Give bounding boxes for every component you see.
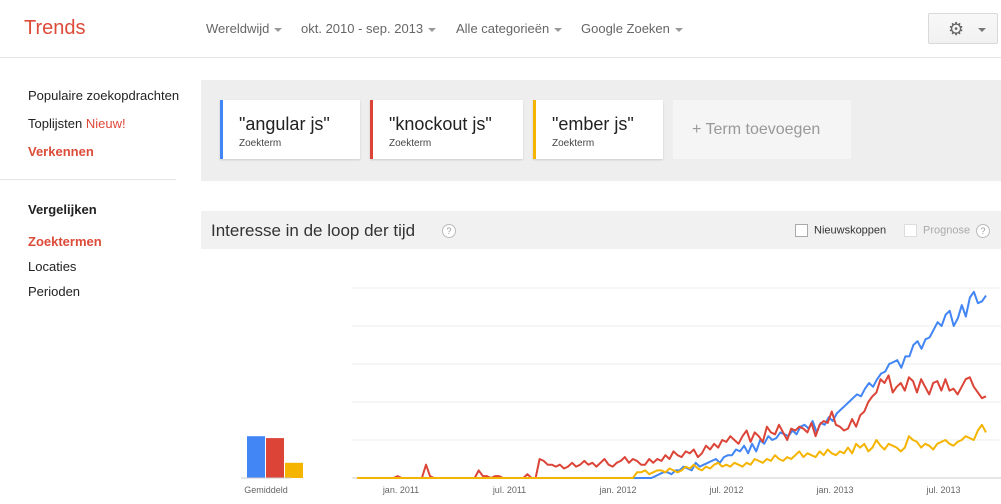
term-name: "ember js" (552, 114, 634, 134)
category-filter[interactable]: Alle categorieën (456, 21, 563, 36)
sidebar-item-toplists-label: Toplijsten (28, 116, 83, 131)
term-name: "knockout js" (389, 114, 492, 134)
chevron-down-icon (274, 27, 283, 32)
chevron-down-icon (978, 28, 986, 32)
chevron-down-icon (554, 27, 563, 32)
x-tick-label: jul. 2011 (492, 485, 526, 495)
series-lines (357, 290, 987, 479)
date-range-filter[interactable]: okt. 2010 - sep. 2013 (301, 21, 437, 36)
news-headlines-label: Nieuwskoppen (814, 224, 887, 237)
region-filter[interactable]: Wereldwijd (206, 21, 283, 36)
chevron-down-icon (674, 27, 683, 32)
series-line[interactable] (357, 423, 987, 479)
term-card-knockout[interactable]: "knockout js" Zoekterm (370, 100, 523, 159)
term-card-angular[interactable]: "angular js" Zoekterm (220, 100, 360, 159)
sidebar-divider (0, 179, 176, 180)
average-bar[interactable] (266, 438, 284, 478)
term-type: Zoekterm (239, 138, 282, 149)
x-tick-label: jul. 2013 (925, 485, 960, 495)
region-filter-label: Wereldwijd (206, 21, 270, 36)
compare-heading: Vergelijken (28, 202, 97, 217)
add-term-button[interactable]: + Term toevoegen (673, 100, 851, 159)
average-bars (241, 436, 303, 479)
help-icon[interactable]: ? (442, 224, 456, 238)
average-label: Gemiddeld (244, 485, 288, 495)
forecast-help-icon[interactable]: ? (976, 224, 990, 238)
average-bar[interactable] (247, 436, 265, 478)
forecast-label: Prognose (923, 224, 971, 237)
term-name: "angular js" (239, 114, 330, 134)
top-bar: Trends Wereldwijd okt. 2010 - sep. 2013 … (0, 0, 1001, 58)
chevron-down-icon (428, 27, 437, 32)
search-type-filter-label: Google Zoeken (581, 21, 670, 36)
series-line[interactable] (357, 374, 987, 479)
chart-title: Interesse in de loop der tijd (211, 221, 416, 240)
search-terms-area: "angular js" Zoekterm "knockout js" Zoek… (201, 80, 1001, 181)
term-color-bar (533, 100, 536, 159)
x-axis-ticks: jan. 2011 jul. 2011 jan. 2012 jul. 2012 jan.… (382, 485, 961, 495)
x-tick-label: jan. 2013 (815, 485, 853, 495)
sidebar-item-popular[interactable]: Populaire zoekopdrachten (28, 88, 179, 103)
date-range-filter-label: okt. 2010 - sep. 2013 (301, 21, 424, 36)
sidebar-item-locations[interactable]: Locaties (28, 259, 76, 274)
term-color-bar (220, 100, 223, 159)
sidebar-item-toplists[interactable]: Toplijsten Nieuw! (28, 116, 126, 131)
new-badge: Nieuw! (85, 116, 126, 131)
chart-header: Interesse in de loop der tijd ? Nieuwsko… (201, 211, 1001, 249)
category-filter-label: Alle categorieën (456, 21, 550, 36)
x-tick-label: jan. 2012 (598, 485, 636, 495)
news-headlines-checkbox[interactable]: Nieuwskoppen (795, 224, 886, 237)
term-type: Zoekterm (552, 138, 595, 149)
search-type-filter[interactable]: Google Zoeken (581, 21, 683, 36)
forecast-checkbox: Prognose (904, 224, 970, 237)
gear-icon: ⚙ (948, 19, 965, 39)
sidebar-item-periods[interactable]: Perioden (28, 284, 80, 299)
checkbox-box (904, 224, 917, 237)
sidebar-item-explore[interactable]: Verkennen (28, 144, 94, 159)
term-type: Zoekterm (389, 138, 432, 149)
add-term-label: + Term toevoegen (692, 121, 821, 138)
term-card-ember[interactable]: "ember js" Zoekterm (533, 100, 663, 159)
x-tick-label: jan. 2011 (382, 485, 419, 495)
sidebar-item-search-terms[interactable]: Zoektermen (28, 234, 102, 249)
trends-logo[interactable]: Trends (24, 17, 86, 40)
average-bar[interactable] (285, 462, 303, 478)
settings-button[interactable]: ⚙ (928, 13, 998, 44)
checkbox-box (795, 224, 808, 237)
term-color-bar (370, 100, 373, 159)
interest-over-time-chart: Gemiddeld jan. 2011 jul. 2011 jan. 2012 jul… (241, 287, 1001, 495)
x-tick-label: jul. 2012 (708, 485, 743, 495)
